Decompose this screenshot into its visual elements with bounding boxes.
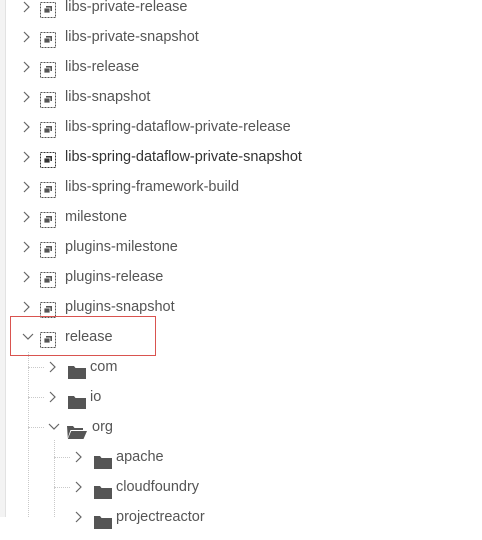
chevron-right-icon[interactable] — [71, 509, 87, 525]
folder-icon — [94, 510, 112, 529]
chevron-down-icon[interactable] — [20, 329, 36, 345]
chevron-right-icon[interactable] — [19, 59, 35, 75]
tree-node-label: libs-release — [65, 59, 140, 75]
chevron-right-icon[interactable] — [19, 299, 35, 315]
tree-node-label: milestone — [65, 209, 128, 225]
folder-icon — [68, 390, 86, 409]
tree-node-libs-snapshot[interactable]: libs-snapshot — [0, 82, 482, 112]
chevron-right-icon[interactable] — [19, 209, 35, 225]
tree-node-libs-spring-framework-build[interactable]: libs-spring-framework-build — [0, 172, 482, 202]
tree-node-label: release — [65, 329, 113, 345]
tree-node-label: libs-spring-framework-build — [65, 179, 240, 195]
tree-node-label: plugins-release — [65, 269, 164, 285]
tree-node-label: projectreactor — [116, 509, 205, 525]
folder-icon — [94, 450, 112, 469]
chevron-right-icon[interactable] — [19, 179, 35, 195]
chevron-right-icon[interactable] — [19, 269, 35, 285]
chevron-right-icon[interactable] — [45, 359, 61, 375]
chevron-right-icon[interactable] — [71, 479, 87, 495]
repository-icon — [40, 119, 56, 138]
folder-open-icon — [67, 420, 87, 439]
tree-node-label: libs-private-snapshot — [65, 29, 199, 45]
tree-node-milestone[interactable]: milestone — [0, 202, 482, 232]
chevron-right-icon[interactable] — [19, 239, 35, 255]
chevron-right-icon[interactable] — [19, 149, 35, 165]
tree-node-label: org — [92, 419, 113, 435]
chevron-right-icon[interactable] — [19, 119, 35, 135]
tree-node-plugins-milestone[interactable]: plugins-milestone — [0, 232, 482, 262]
repository-icon — [40, 89, 56, 108]
tree-node-label: cloudfoundry — [116, 479, 200, 495]
repository-icon — [40, 269, 56, 288]
chevron-right-icon[interactable] — [71, 449, 87, 465]
tree-node-libs-spring-dataflow-private-snapshot[interactable]: libs-spring-dataflow-private-snapshot — [0, 142, 482, 172]
tree-node-projectreactor[interactable]: projectreactor — [0, 502, 482, 532]
tree-node-libs-private-snapshot[interactable]: libs-private-snapshot — [0, 22, 482, 52]
repository-icon — [40, 299, 56, 318]
tree-node-plugins-release[interactable]: plugins-release — [0, 262, 482, 292]
tree-node-com[interactable]: com — [0, 352, 482, 382]
tree-node-libs-release[interactable]: libs-release — [0, 52, 482, 82]
tree-node-org[interactable]: org — [0, 412, 482, 442]
repository-icon — [40, 329, 56, 348]
tree-node-label: io — [90, 389, 102, 405]
repository-icon — [40, 239, 56, 258]
tree-node-apache[interactable]: apache — [0, 442, 482, 472]
folder-icon — [68, 360, 86, 379]
chevron-right-icon[interactable] — [45, 389, 61, 405]
tree-node-label: libs-spring-dataflow-private-snapshot — [65, 149, 302, 165]
chevron-down-icon[interactable] — [46, 419, 62, 435]
repository-icon — [40, 179, 56, 198]
tree-node-io[interactable]: io — [0, 382, 482, 412]
repository-icon — [40, 149, 56, 168]
tree-node-cloudfoundry[interactable]: cloudfoundry — [0, 472, 482, 502]
chevron-right-icon[interactable] — [19, 29, 35, 45]
repository-icon — [40, 59, 56, 78]
repository-icon — [40, 0, 56, 18]
tree-node-release[interactable]: release — [0, 322, 482, 352]
tree-node-label: com — [90, 359, 118, 375]
chevron-right-icon[interactable] — [19, 0, 35, 15]
chevron-right-icon[interactable] — [19, 89, 35, 105]
tree-node-label: libs-snapshot — [65, 89, 151, 105]
tree-node-label: apache — [116, 449, 164, 465]
tree-node-libs-private-release[interactable]: libs-private-release — [0, 0, 482, 22]
tree-node-label: plugins-milestone — [65, 239, 178, 255]
repository-icon — [40, 29, 56, 48]
tree-node-libs-spring-dataflow-private-release[interactable]: libs-spring-dataflow-private-release — [0, 112, 482, 142]
folder-icon — [94, 480, 112, 499]
tree-node-label: libs-spring-dataflow-private-release — [65, 119, 291, 135]
repository-tree: libs-private-release libs-private-snapsh… — [0, 0, 482, 529]
tree-node-label: libs-private-release — [65, 0, 188, 15]
repository-icon — [40, 209, 56, 228]
